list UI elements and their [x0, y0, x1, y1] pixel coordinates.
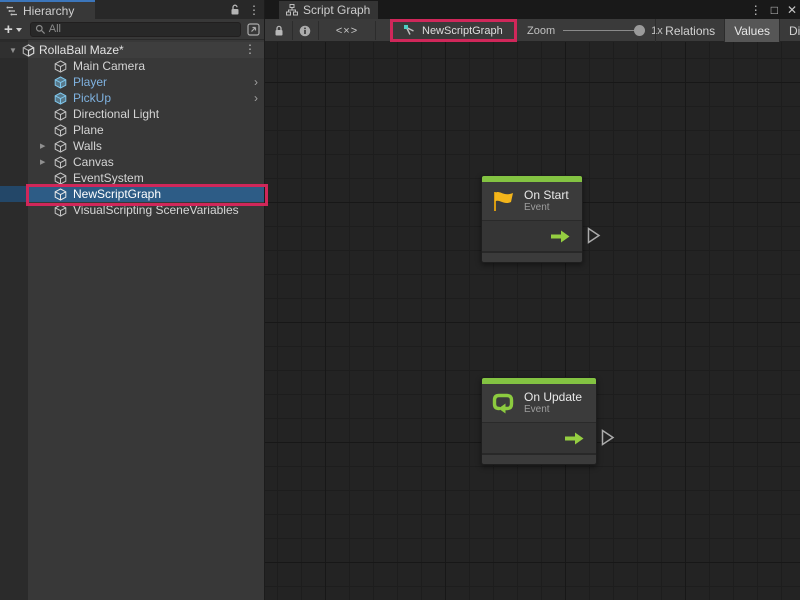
script-graph-asset-icon	[403, 24, 416, 37]
lock-button[interactable]	[267, 19, 291, 42]
zoom-slider[interactable]	[563, 30, 643, 31]
gameobject-cube-icon	[54, 108, 67, 121]
graph-icon	[286, 4, 298, 16]
scene-name: RollaBall Maze*	[39, 43, 124, 57]
info-button[interactable]	[293, 19, 317, 42]
hierarchy-item-eventsystem[interactable]: EventSystem	[0, 170, 264, 186]
gameobject-cube-icon	[54, 124, 67, 137]
node-on-start[interactable]: On Start Event	[481, 175, 583, 263]
node-title: On Update	[524, 390, 582, 404]
plus-icon: +	[4, 22, 13, 37]
flag-icon	[490, 189, 516, 213]
node-port-row	[482, 220, 582, 251]
expand-arrow-icon[interactable]: ▶	[40, 158, 54, 166]
hierarchy-item-canvas[interactable]: ▶ Canvas	[0, 154, 264, 170]
open-window-icon	[247, 23, 260, 36]
node-port-row	[482, 422, 596, 453]
kebab-icon[interactable]: ⋮	[244, 43, 256, 55]
zoom-slider-handle[interactable]	[634, 25, 645, 36]
tab-script-graph-label: Script Graph	[303, 3, 370, 17]
flow-arrow-icon[interactable]	[565, 432, 584, 445]
gameobject-cube-icon	[54, 188, 67, 201]
script-graph-tab-strip: Script Graph ⋮ □ ✕	[265, 0, 800, 19]
code-view-toggle[interactable]: <×>	[327, 19, 367, 42]
output-port-icon[interactable]	[587, 227, 601, 244]
hierarchy-tree: ▼ RollaBall Maze* ⋮ Main Camera	[0, 40, 264, 600]
hierarchy-item-player[interactable]: Player ›	[0, 74, 264, 90]
relations-toggle[interactable]: Relations	[655, 19, 724, 42]
graph-canvas[interactable]	[265, 42, 800, 600]
node-subtitle: Event	[524, 404, 582, 416]
breadcrumb[interactable]: NewScriptGraph	[395, 19, 511, 42]
kebab-icon[interactable]: ⋮	[750, 4, 762, 16]
tab-hierarchy-label: Hierarchy	[23, 4, 74, 18]
hierarchy-item-newscriptgraph[interactable]: NewScriptGraph	[0, 186, 264, 202]
gameobject-cube-icon	[54, 156, 67, 169]
hierarchy-tab-strip: Hierarchy ⋮	[0, 0, 264, 19]
gameobject-cube-icon	[54, 140, 67, 153]
script-graph-toolbar: <×> NewScriptGraph Zoom 1x Relations Va	[265, 19, 800, 42]
unlock-icon[interactable]	[230, 4, 240, 16]
prefab-chevron-icon[interactable]: ›	[254, 74, 258, 90]
gameobject-cube-icon	[54, 172, 67, 185]
hierarchy-toolbar: + All	[0, 19, 264, 40]
node-footer	[482, 453, 596, 464]
node-title: On Start	[524, 188, 569, 202]
hierarchy-item-walls[interactable]: ▶ Walls	[0, 138, 264, 154]
close-icon[interactable]: ✕	[787, 4, 797, 16]
zoom-label: Zoom	[527, 25, 555, 37]
node-subtitle: Event	[524, 202, 569, 214]
loop-icon	[490, 391, 516, 415]
zoom-control: Zoom 1x	[527, 19, 663, 42]
tab-script-graph[interactable]: Script Graph	[279, 1, 378, 19]
disclosure-open-icon[interactable]: ▼	[8, 46, 18, 55]
code-view-label: <×>	[336, 25, 358, 37]
hierarchy-item-main-camera[interactable]: Main Camera	[0, 58, 264, 74]
caret-down-icon	[16, 28, 22, 32]
lock-icon	[274, 25, 284, 37]
scene-picking-button[interactable]	[247, 23, 260, 36]
prefab-chevron-icon[interactable]: ›	[254, 90, 258, 106]
prefab-cube-icon	[54, 76, 67, 89]
hierarchy-icon	[6, 5, 18, 17]
create-object-button[interactable]: +	[4, 22, 22, 37]
maximize-icon[interactable]: □	[771, 4, 778, 16]
dim-toggle[interactable]: Dim	[779, 19, 800, 42]
hierarchy-search-input[interactable]: All	[30, 22, 241, 37]
kebab-icon[interactable]: ⋮	[248, 4, 260, 16]
tab-hierarchy[interactable]: Hierarchy	[0, 0, 95, 19]
node-footer	[482, 251, 582, 262]
unity-editor: Hierarchy ⋮ + All	[0, 0, 800, 600]
unity-scene-icon	[22, 44, 35, 57]
hierarchy-item-directional-light[interactable]: Directional Light	[0, 106, 264, 122]
scene-header[interactable]: ▼ RollaBall Maze* ⋮	[0, 42, 264, 58]
script-graph-panel: Script Graph ⋮ □ ✕	[265, 0, 800, 600]
gameobject-cube-icon	[54, 60, 67, 73]
expand-arrow-icon[interactable]: ▶	[40, 142, 54, 150]
gameobject-cube-icon	[54, 204, 67, 217]
hierarchy-rows: Main Camera Player › PickUp ›	[0, 58, 264, 218]
flow-arrow-icon[interactable]	[551, 230, 570, 243]
hierarchy-item-plane[interactable]: Plane	[0, 122, 264, 138]
hierarchy-item-pickup[interactable]: PickUp ›	[0, 90, 264, 106]
prefab-cube-icon	[54, 92, 67, 105]
hierarchy-panel: Hierarchy ⋮ + All	[0, 0, 265, 600]
breadcrumb-label: NewScriptGraph	[422, 25, 503, 37]
search-icon	[35, 24, 46, 35]
node-on-update[interactable]: On Update Event	[481, 377, 597, 465]
output-port-icon[interactable]	[601, 429, 615, 446]
info-icon	[299, 25, 311, 37]
values-toggle[interactable]: Values	[724, 19, 779, 42]
hierarchy-item-visualscripting-scenevariables[interactable]: VisualScripting SceneVariables	[0, 202, 264, 218]
search-placeholder: All	[49, 23, 61, 35]
